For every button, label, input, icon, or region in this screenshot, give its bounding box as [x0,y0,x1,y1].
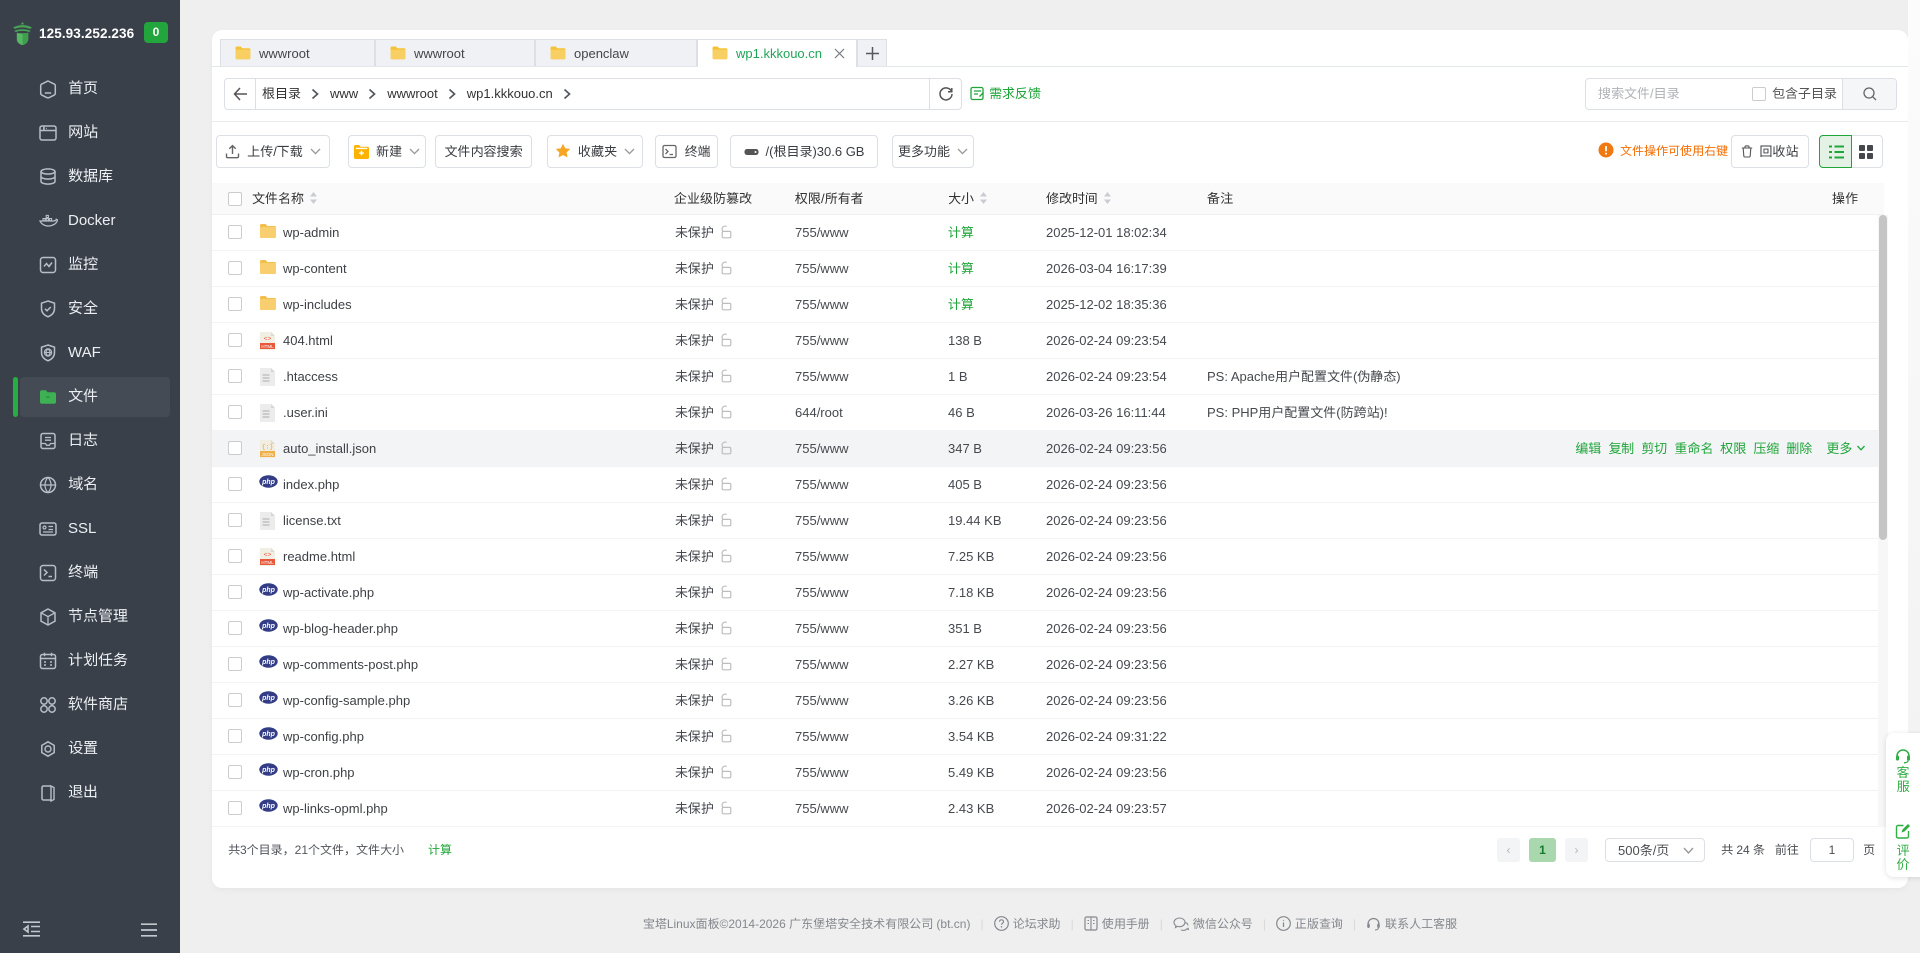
svg-text:php: php [261,479,276,486]
svg-text:php: php [261,695,276,702]
svg-text:php: php [261,659,276,666]
svg-text:<>: <> [264,552,272,559]
svg-text:{:}: {:} [262,444,274,451]
svg-text:php: php [261,803,276,810]
svg-text:php: php [261,587,276,594]
svg-text:HTML: HTML [261,560,274,565]
svg-text:JSON: JSON [261,452,273,457]
svg-text:php: php [261,623,276,630]
svg-text:HTML: HTML [261,344,274,349]
svg-text:php: php [261,767,276,774]
svg-text:<>: <> [264,336,272,343]
svg-text:php: php [261,731,276,738]
